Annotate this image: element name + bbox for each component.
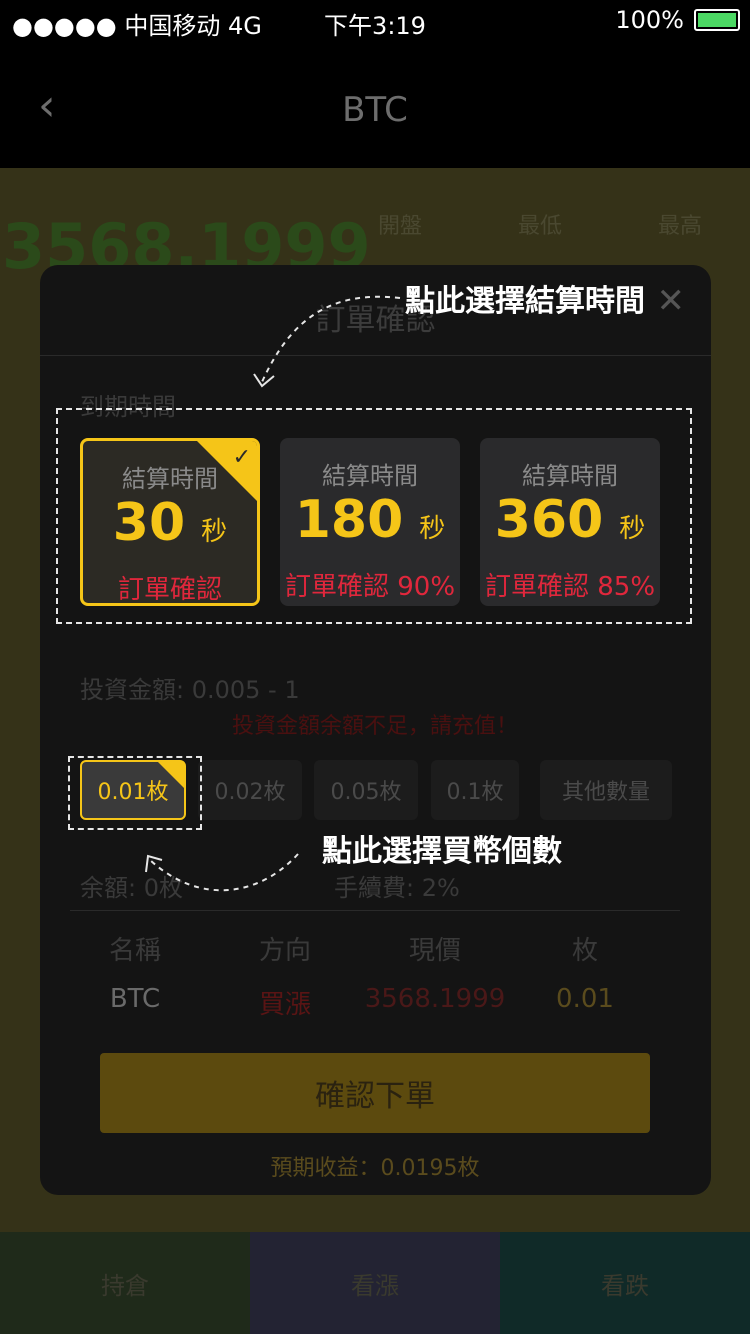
header-direction: 方向 (258, 936, 311, 966)
chip-label: 0.05枚 (330, 780, 402, 805)
chip-label: 0.1枚 (446, 780, 504, 805)
bottom-tab-bar: 持倉 看漲 看跌 (0, 1232, 750, 1334)
time-hint-arrow (253, 295, 401, 388)
coin-highlight-box (68, 756, 202, 830)
time-hint: 點此選擇結算時間 (405, 284, 645, 319)
status-right: 100% (615, 6, 740, 34)
order-table-header: 名稱 方向 現價 枚 (60, 930, 660, 967)
header-name: 名稱 (108, 936, 161, 966)
tab-fall-label: 看跌 (601, 1271, 649, 1300)
bg-columns: 開盤 最低 最高 (330, 208, 750, 240)
header-qty: 枚 (571, 936, 598, 966)
nav-bar: ‹ BTC (0, 40, 750, 168)
amount-chip-002[interactable]: 0.02枚 (198, 760, 302, 820)
tab-position[interactable]: 持倉 (0, 1232, 250, 1334)
value-price: 3568.1999 (364, 984, 506, 1014)
tab-fall[interactable]: 看跌 (500, 1232, 750, 1334)
header-price: 現價 (408, 936, 461, 966)
tab-rise-label: 看漲 (351, 1271, 399, 1300)
bg-col-open: 開盤 (377, 214, 422, 239)
divider (70, 910, 680, 911)
bg-col-low: 最低 (517, 214, 562, 239)
tab-position-label: 持倉 (101, 1271, 149, 1300)
chip-label: 其他數量 (561, 780, 650, 805)
value-name: BTC (109, 984, 161, 1014)
status-bar: ●●●●● 中国移动 4G 下午3:19 100% (0, 0, 750, 40)
fee-label: 手續費: 2% (334, 874, 460, 902)
amount-chip-other[interactable]: 其他數量 (540, 760, 672, 820)
amount-chip-005[interactable]: 0.05枚 (314, 760, 418, 820)
battery-icon (694, 9, 740, 31)
chip-label: 0.02枚 (214, 780, 286, 805)
close-icon[interactable]: ✕ (657, 281, 686, 321)
coin-hint: 點此選擇買幣個數 (322, 834, 562, 869)
value-direction: 買漲 (258, 990, 311, 1020)
expected-profit: 預期收益：0.0195枚 (270, 1156, 480, 1181)
coin-hint-arrow (145, 853, 299, 892)
value-qty: 0.01 (556, 984, 614, 1014)
battery-percent: 100% (615, 6, 684, 34)
tab-rise[interactable]: 看漲 (250, 1232, 500, 1334)
order-table-row: BTC 買漲 3568.1999 0.01 (60, 984, 660, 1021)
page-title: BTC (342, 90, 408, 130)
bg-col-high: 最高 (657, 214, 702, 239)
time-highlight-box (56, 408, 692, 624)
invest-range: 投資金額: 0.005 - 1 (80, 676, 300, 704)
insufficient-warning: 投資金額余額不足，請充值！ (231, 714, 518, 739)
amount-chip-01[interactable]: 0.1枚 (431, 760, 519, 820)
confirm-order-button[interactable]: 確認下單 (100, 1053, 650, 1133)
